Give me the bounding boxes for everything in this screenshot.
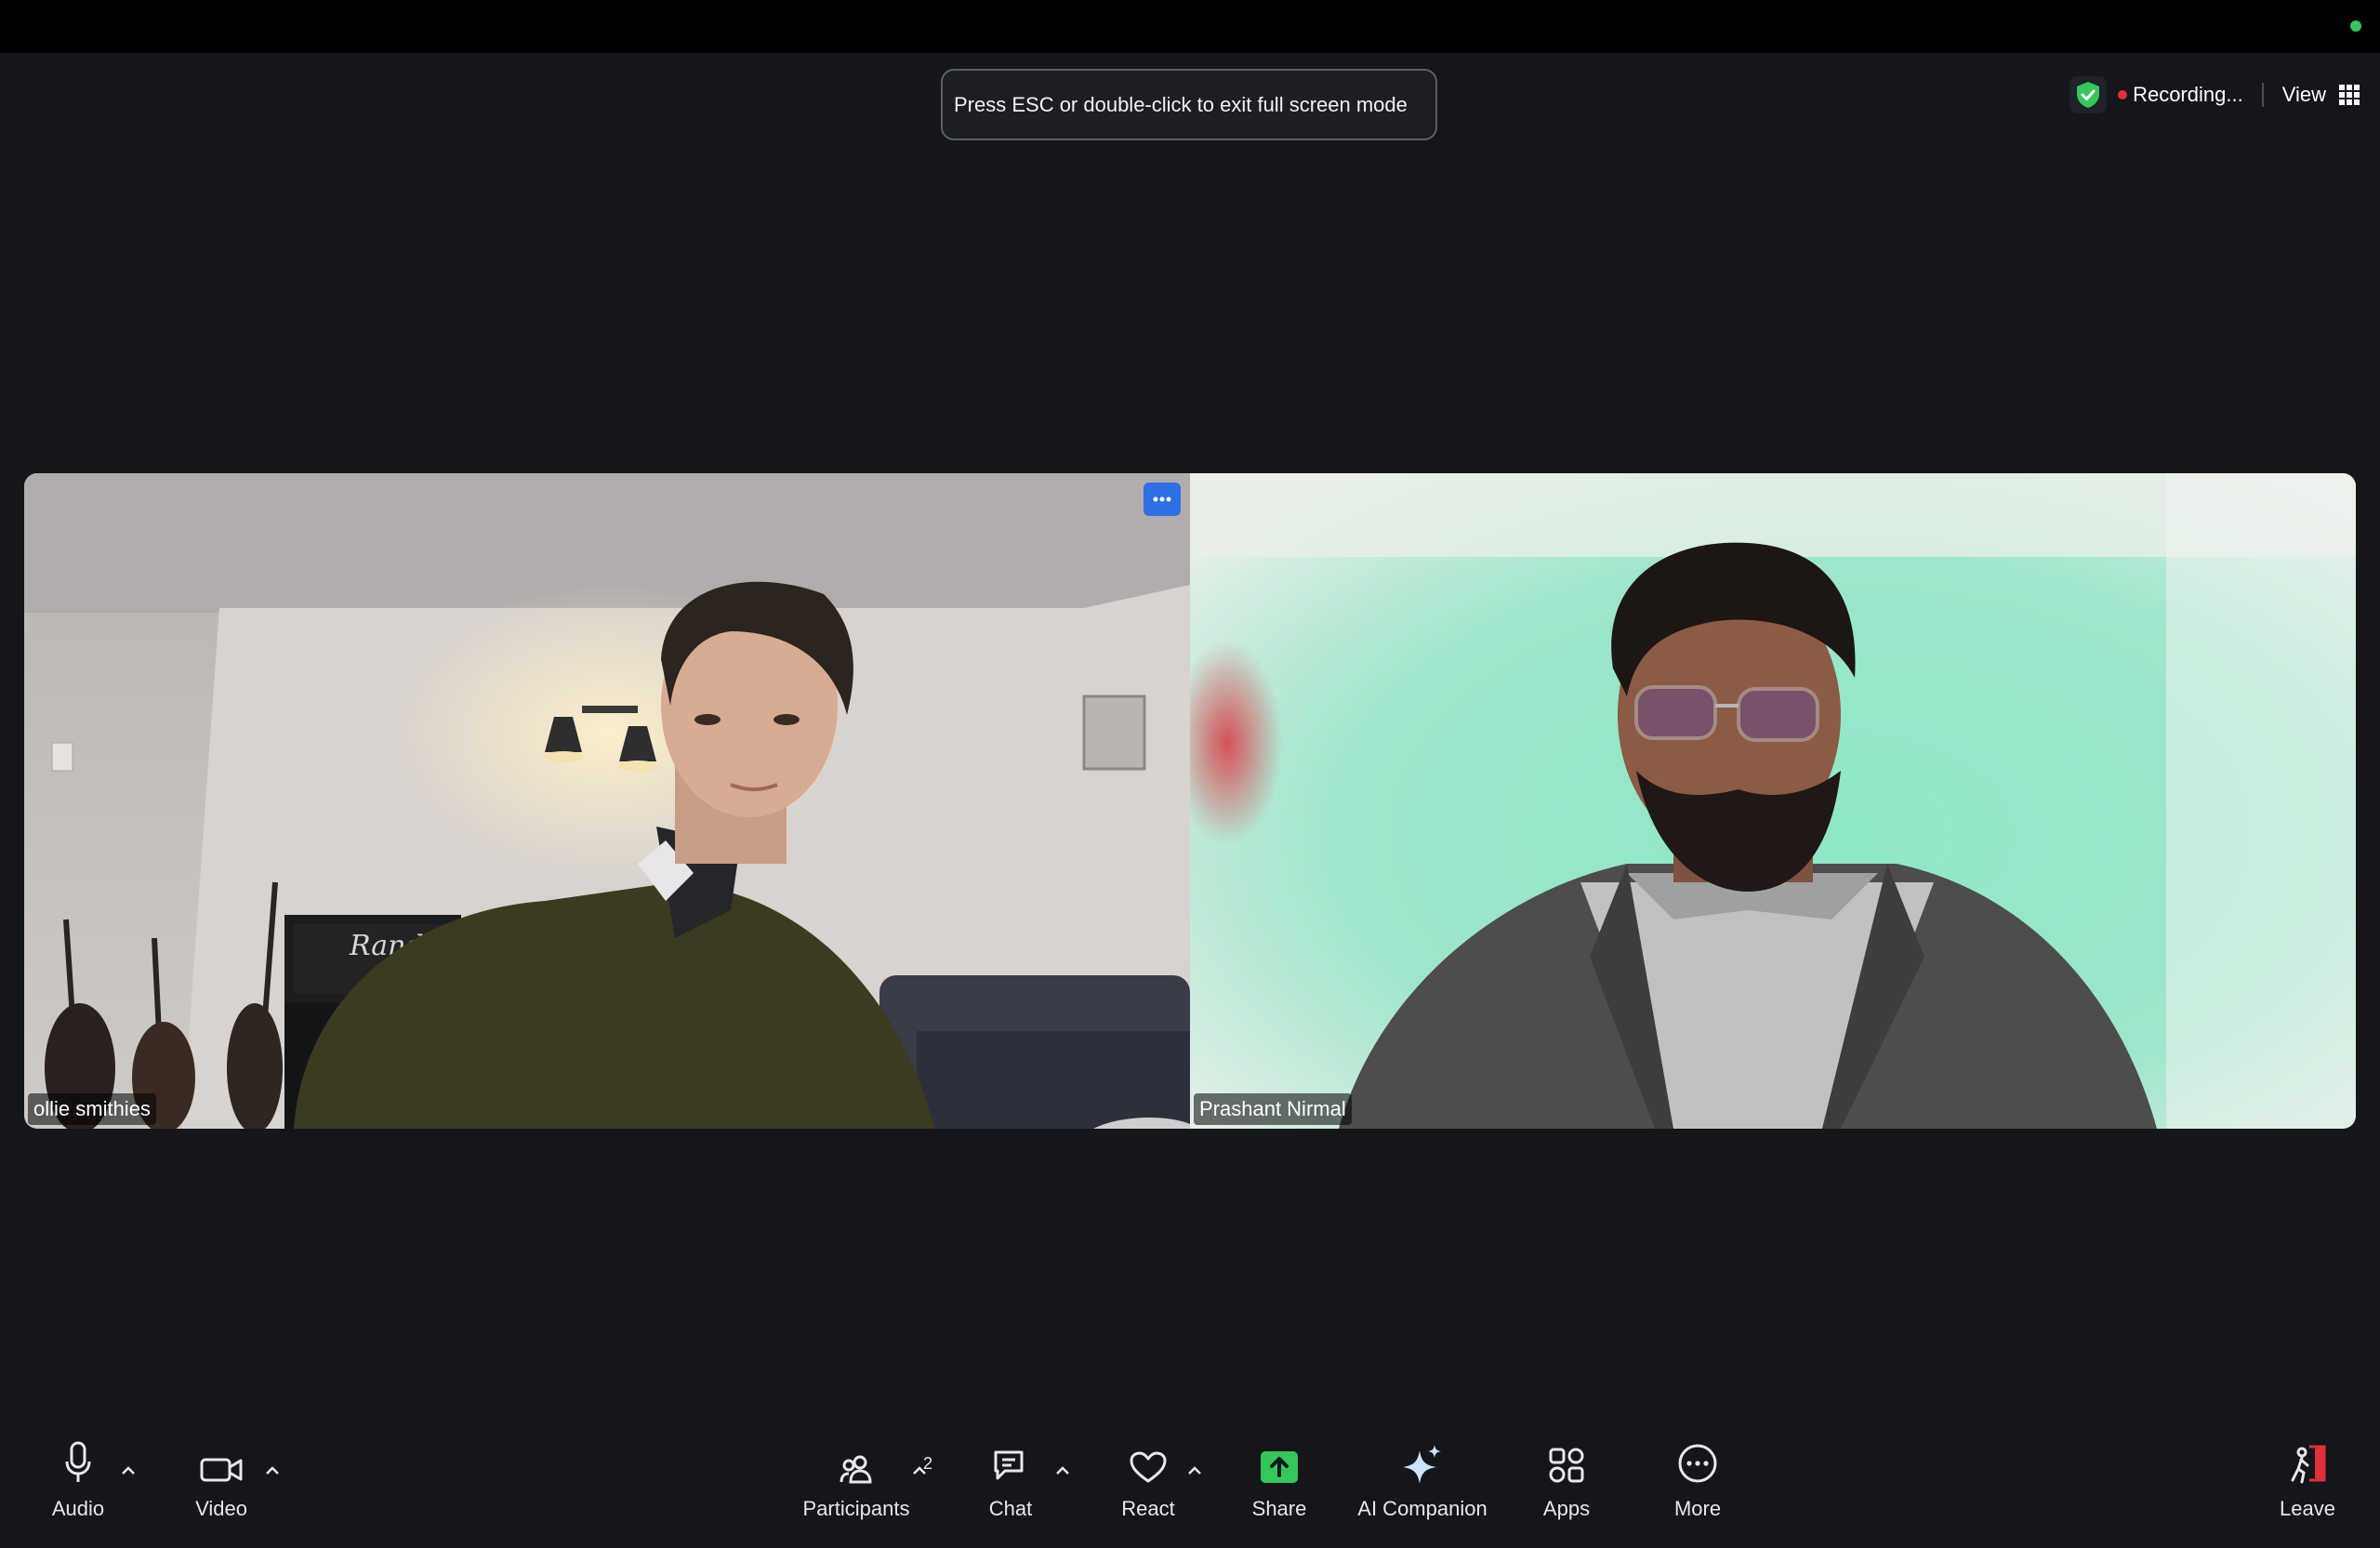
zoom-meeting-window: Press ESC or double-click to exit full s…: [0, 0, 2380, 1548]
chevron-up-icon: [1056, 1465, 1069, 1475]
view-button-label: View: [2281, 83, 2326, 106]
ellipsis-icon: [1153, 496, 1171, 502]
react-label: React: [1121, 1497, 1175, 1520]
meeting-toolbar: Audio Video 2 Participants Chat React Sh…: [0, 1432, 2380, 1548]
participant-name-tag: Prashant Nirmal: [1194, 1093, 1352, 1125]
chat-button[interactable]: Chat: [973, 1432, 1048, 1521]
participants-options-caret[interactable]: [909, 1460, 930, 1480]
react-options-caret[interactable]: [1184, 1460, 1205, 1480]
chevron-up-icon: [266, 1465, 279, 1475]
react-button[interactable]: React: [1111, 1432, 1185, 1521]
video-tile-participant-2[interactable]: Prashant Nirmal: [1190, 473, 2356, 1129]
fullscreen-toast: Press ESC or double-click to exit full s…: [941, 69, 1437, 140]
leave-door-icon: [2291, 1445, 2326, 1484]
participant-name: Prashant Nirmal: [1199, 1097, 1346, 1120]
apps-label: Apps: [1542, 1497, 1591, 1520]
recording-dot-icon: [2118, 90, 2128, 99]
apps-icon: [1549, 1448, 1584, 1483]
apps-button[interactable]: Apps: [1529, 1432, 1604, 1521]
more-ellipsis-icon: [1678, 1444, 1717, 1483]
audio-options-caret[interactable]: [118, 1460, 139, 1480]
video-gallery: Rando ollie smithies Prashant Nirmal: [24, 473, 2356, 1129]
participant-name: ollie smithies: [33, 1097, 151, 1120]
share-screen-icon: [1261, 1451, 1298, 1483]
participant-2-video-feed: [1190, 473, 2356, 1129]
chevron-up-icon: [1188, 1465, 1201, 1475]
chat-options-caret[interactable]: [1052, 1460, 1073, 1480]
video-tile-participant-1[interactable]: Rando ollie smithies: [24, 473, 1190, 1129]
chat-label: Chat: [988, 1497, 1033, 1520]
sparkle-icon: [1403, 1445, 1441, 1484]
ai-companion-button[interactable]: AI Companion: [1350, 1432, 1495, 1521]
grid-icon: [2339, 85, 2360, 105]
video-options-caret[interactable]: [262, 1460, 283, 1480]
audio-button[interactable]: Audio: [41, 1432, 115, 1521]
heart-icon: [1130, 1451, 1167, 1483]
fullscreen-toast-text: Press ESC or double-click to exit full s…: [954, 92, 1408, 116]
recording-status[interactable]: Recording...: [2133, 83, 2243, 107]
share-button[interactable]: Share: [1242, 1432, 1316, 1521]
chevron-up-icon: [913, 1465, 926, 1475]
ai-companion-label: AI Companion: [1357, 1497, 1488, 1520]
view-button[interactable]: View: [2282, 83, 2360, 107]
video-label: Video: [195, 1497, 247, 1520]
participant-name-tag: ollie smithies: [28, 1093, 156, 1125]
camera-indicator-dot: [2350, 20, 2361, 32]
leave-label: Leave: [2280, 1497, 2335, 1520]
participants-button[interactable]: 2 Participants: [796, 1432, 933, 1521]
chevron-up-icon: [122, 1465, 135, 1475]
video-button[interactable]: Video: [184, 1432, 258, 1521]
participant-1-video-feed: Rando: [24, 473, 1190, 1129]
more-label: More: [1673, 1497, 1722, 1520]
audio-label: Audio: [51, 1497, 105, 1520]
leave-button[interactable]: Leave: [2270, 1432, 2345, 1521]
status-separator: [2261, 83, 2264, 107]
video-camera-icon: [200, 1458, 243, 1482]
participants-label: Participants: [802, 1497, 910, 1520]
top-bar: [0, 0, 2380, 53]
tile-options-button[interactable]: [1144, 483, 1181, 516]
chat-bubble-icon: [994, 1450, 1024, 1480]
encryption-shield-icon[interactable]: [2069, 76, 2108, 113]
meeting-status-bar: Recording... View: [2069, 76, 2360, 113]
microphone-icon: [65, 1441, 91, 1482]
share-label: Share: [1251, 1497, 1307, 1520]
more-button[interactable]: More: [1660, 1432, 1735, 1521]
participants-icon: [840, 1455, 872, 1484]
